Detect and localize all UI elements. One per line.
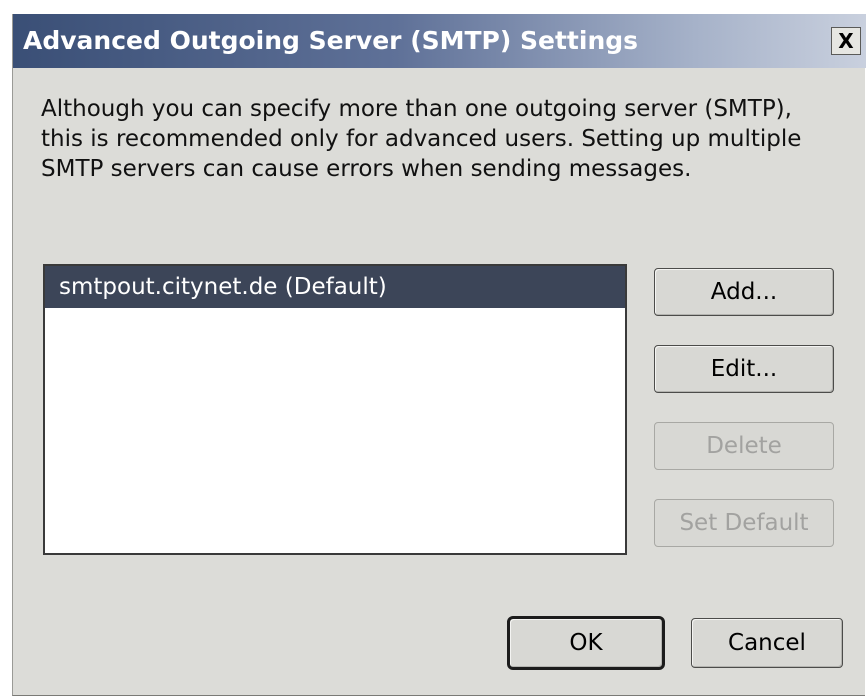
ok-button[interactable]: OK xyxy=(507,616,665,670)
close-icon: X xyxy=(838,29,854,53)
list-item[interactable]: smtpout.citynet.de (Default) xyxy=(45,266,625,308)
add-button[interactable]: Add... xyxy=(654,268,834,316)
cancel-button[interactable]: Cancel xyxy=(691,618,843,668)
smtp-settings-dialog: Advanced Outgoing Server (SMTP) Settings… xyxy=(12,14,866,696)
close-button[interactable]: X xyxy=(831,27,861,55)
smtp-server-list[interactable]: smtpout.citynet.de (Default) xyxy=(43,264,627,555)
dialog-title: Advanced Outgoing Server (SMTP) Settings xyxy=(23,26,639,55)
description-text: Although you can specify more than one o… xyxy=(41,96,802,182)
edit-button[interactable]: Edit... xyxy=(654,345,834,393)
delete-button[interactable]: Delete xyxy=(654,422,834,470)
set-default-button[interactable]: Set Default xyxy=(654,499,834,547)
title-bar[interactable]: Advanced Outgoing Server (SMTP) Settings… xyxy=(13,14,866,68)
